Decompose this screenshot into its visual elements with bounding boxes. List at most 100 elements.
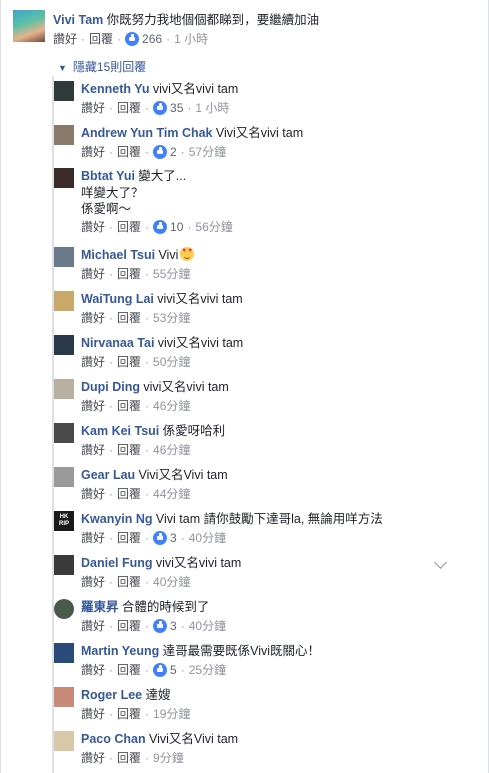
reply-author[interactable]: Nirvanaa Tai — [81, 336, 154, 350]
avatar[interactable] — [54, 599, 74, 619]
heart-eyes-emoji-icon — [180, 247, 195, 261]
reply-link[interactable]: 回覆 — [117, 443, 141, 457]
timestamp[interactable]: 1 小時 — [195, 101, 229, 115]
like-count[interactable]: 10 — [153, 219, 183, 235]
reply-author[interactable]: Paco Chan — [81, 732, 146, 746]
avatar[interactable] — [54, 555, 74, 575]
avatar[interactable] — [54, 335, 74, 355]
like-link[interactable]: 讚好 — [81, 267, 105, 281]
reply-text: 達嫂 — [145, 688, 171, 702]
reply-author[interactable]: Kwanyin Ng — [81, 512, 153, 526]
avatar[interactable] — [54, 81, 74, 101]
reply-author[interactable]: Gear Lau — [81, 468, 135, 482]
timestamp[interactable]: 9分鐘 — [153, 751, 184, 765]
timestamp[interactable]: 50分鐘 — [153, 355, 190, 369]
reply-author[interactable]: Roger Lee — [81, 688, 142, 702]
like-icon — [125, 32, 140, 46]
reply-link[interactable]: 回覆 — [89, 32, 113, 46]
like-link[interactable]: 讚好 — [81, 663, 105, 677]
reply-link[interactable]: 回覆 — [117, 531, 141, 545]
avatar[interactable] — [54, 291, 74, 311]
timestamp[interactable]: 56分鐘 — [195, 220, 232, 234]
reply-author[interactable]: Kam Kei Tsui — [81, 424, 159, 438]
like-count[interactable]: 266 — [125, 31, 162, 47]
like-link[interactable]: 讚好 — [81, 399, 105, 413]
reply-author[interactable]: 羅東昇 — [81, 600, 119, 614]
reply-link[interactable]: 回覆 — [117, 663, 141, 677]
avatar[interactable]: HK RIP — [54, 511, 74, 531]
reply-link[interactable]: 回覆 — [117, 707, 141, 721]
reply-link[interactable]: 回覆 — [117, 101, 141, 115]
reply-text: vivi又名vivi tam — [157, 292, 243, 306]
avatar[interactable] — [54, 643, 74, 663]
reply-link[interactable]: 回覆 — [117, 355, 141, 369]
reply-link[interactable]: 回覆 — [117, 311, 141, 325]
reply-author[interactable]: Daniel Fung — [81, 556, 153, 570]
reply-link[interactable]: 回覆 — [117, 751, 141, 765]
like-link[interactable]: 讚好 — [81, 355, 105, 369]
reply-link[interactable]: 回覆 — [117, 399, 141, 413]
timestamp[interactable]: 40分鐘 — [189, 619, 226, 633]
like-count[interactable]: 3 — [153, 618, 177, 634]
timestamp[interactable]: 40分鐘 — [153, 575, 190, 589]
avatar[interactable] — [54, 467, 74, 487]
reply-link[interactable]: 回覆 — [117, 145, 141, 159]
avatar[interactable] — [54, 731, 74, 751]
reply-link[interactable]: 回覆 — [117, 220, 141, 234]
like-link[interactable]: 讚好 — [81, 707, 105, 721]
reply-author[interactable]: Martin Yeung — [81, 644, 159, 658]
like-link[interactable]: 讚好 — [81, 443, 105, 457]
like-link[interactable]: 讚好 — [81, 220, 105, 234]
like-count[interactable]: 2 — [153, 144, 177, 160]
reply-text: Vivi tam 請你鼓勵下達哥la, 無論用咩方法 — [155, 512, 383, 526]
reply-author[interactable]: Kenneth Yu — [81, 82, 150, 96]
timestamp[interactable]: 57分鐘 — [189, 145, 226, 159]
like-link[interactable]: 讚好 — [81, 575, 105, 589]
avatar[interactable] — [54, 168, 74, 188]
timestamp[interactable]: 46分鐘 — [153, 399, 190, 413]
like-link[interactable]: 讚好 — [81, 101, 105, 115]
reply-author[interactable]: WaiTung Lai — [81, 292, 154, 306]
like-icon — [153, 220, 168, 234]
reply-link[interactable]: 回覆 — [117, 619, 141, 633]
timestamp[interactable]: 19分鐘 — [153, 707, 190, 721]
like-link[interactable]: 讚好 — [81, 311, 105, 325]
like-link[interactable]: 讚好 — [81, 531, 105, 545]
like-link[interactable]: 讚好 — [81, 619, 105, 633]
reply-author[interactable]: Bbtat Yui — [81, 169, 135, 183]
comment-body: Vivi Tam 你既努力我地個個都睇到，要繼續加油 讚好 · 回覆 · 266 · 1 小… — [53, 12, 473, 47]
reply-link[interactable]: 回覆 — [117, 575, 141, 589]
hide-replies-link[interactable]: ▼ 隱藏15則回覆 — [58, 58, 146, 75]
reply-text: 變大了... — [138, 169, 187, 183]
timestamp[interactable]: 46分鐘 — [153, 443, 190, 457]
avatar[interactable] — [54, 687, 74, 707]
timestamp[interactable]: 25分鐘 — [189, 663, 226, 677]
avatar[interactable] — [54, 247, 74, 267]
reply-author[interactable]: Dupi Ding — [81, 380, 140, 394]
reply-text: vivi又名vivi tam — [157, 336, 244, 350]
timestamp[interactable]: 55分鐘 — [153, 267, 190, 281]
reply-author[interactable]: Andrew Yun Tim Chak — [81, 126, 213, 140]
avatar[interactable] — [54, 423, 74, 443]
reply-link[interactable]: 回覆 — [117, 267, 141, 281]
like-link[interactable]: 讚好 — [53, 32, 77, 46]
like-link[interactable]: 讚好 — [81, 145, 105, 159]
like-count[interactable]: 35 — [153, 100, 183, 116]
avatar[interactable] — [13, 10, 45, 42]
like-link[interactable]: 讚好 — [81, 751, 105, 765]
timestamp[interactable]: 53分鐘 — [153, 311, 190, 325]
reply-text: Vivi — [158, 248, 179, 262]
timestamp[interactable]: 40分鐘 — [189, 531, 226, 545]
reply-text: vivi又名vivi tam — [152, 82, 239, 96]
avatar[interactable] — [54, 125, 74, 145]
comment-author[interactable]: Vivi Tam — [53, 13, 103, 27]
reply-link[interactable]: 回覆 — [117, 487, 141, 501]
like-count[interactable]: 3 — [153, 530, 177, 546]
reply-text: vivi又名vivi tam — [155, 556, 242, 570]
like-link[interactable]: 讚好 — [81, 487, 105, 501]
timestamp[interactable]: 1 小時 — [174, 32, 208, 46]
timestamp[interactable]: 44分鐘 — [153, 487, 190, 501]
reply-author[interactable]: Michael Tsui — [81, 248, 155, 262]
avatar[interactable] — [54, 379, 74, 399]
like-count[interactable]: 5 — [153, 662, 177, 678]
